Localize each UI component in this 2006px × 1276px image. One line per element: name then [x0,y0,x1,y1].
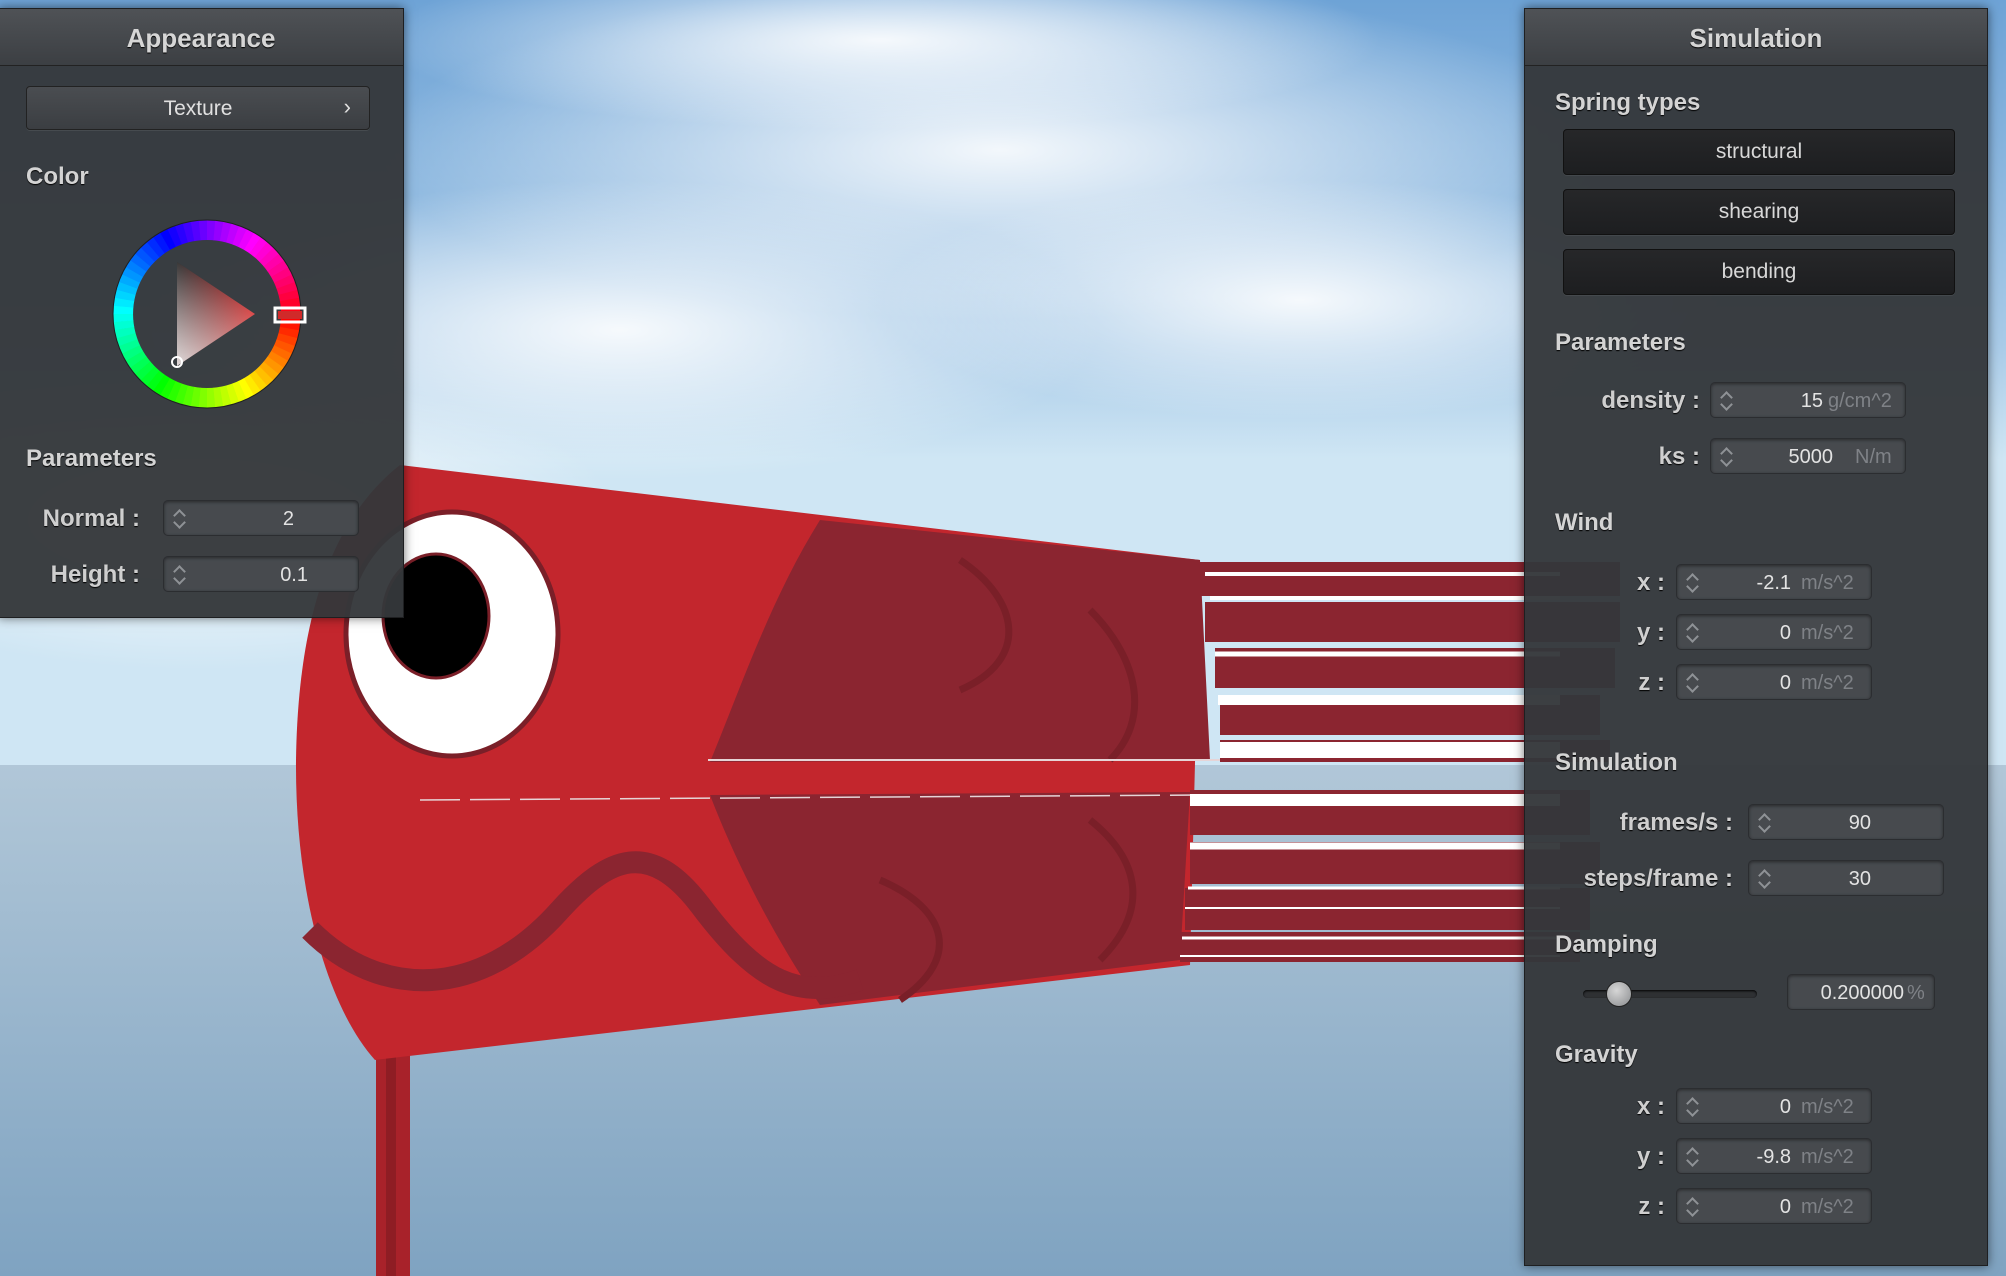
damping-input[interactable]: 0.200000 % [1787,974,1935,1010]
gravity-z-value: 0 [1779,1196,1791,1218]
wind-y-input[interactable]: 0 m/s^2 [1676,614,1872,650]
wind-y-value: 0 [1779,622,1791,644]
spinner-icon[interactable] [1677,1089,1705,1123]
color-heading: Color [26,163,89,190]
structural-button[interactable]: structural [1563,129,1955,175]
spinner-icon[interactable] [1677,1189,1705,1223]
damping-value: 0.200000 [1820,982,1904,1004]
wind-z-value: 0 [1779,672,1791,694]
normal-value: 2 [282,508,294,530]
ks-input[interactable]: 5000 N/m [1710,438,1906,474]
damping-slider-knob[interactable] [1605,981,1632,1007]
shearing-button[interactable]: shearing [1563,189,1955,235]
spinner-icon[interactable] [164,557,192,591]
spinner-icon[interactable] [1711,383,1739,417]
ks-unit: N/m [1855,446,1892,468]
height-value: 0.1 [280,564,308,586]
appearance-panel: Appearance Texture › Color Parameters No… [0,8,404,618]
color-wheel[interactable] [107,214,307,414]
ks-label: ks : [1658,443,1700,470]
spinner-icon[interactable] [164,501,192,535]
height-input[interactable]: 0.1 [163,556,359,592]
wind-x-unit: m/s^2 [1801,572,1854,594]
spinner-icon[interactable] [1677,615,1705,649]
frames-input[interactable]: 90 [1748,804,1944,840]
wind-z-unit: m/s^2 [1801,672,1854,694]
gravity-y-unit: m/s^2 [1801,1146,1854,1168]
spinner-icon[interactable] [1677,1139,1705,1173]
appearance-parameters-heading: Parameters [26,445,157,472]
chevron-right-icon: › [343,94,351,119]
frames-label: frames/s : [1619,809,1733,836]
steps-value: 30 [1848,868,1871,890]
frames-value: 90 [1848,812,1871,834]
simulation-panel: Simulation Spring types structural shear… [1524,8,1988,1266]
wind-x-value: -2.1 [1756,572,1791,594]
wind-z-input[interactable]: 0 m/s^2 [1676,664,1872,700]
gravity-z-unit: m/s^2 [1801,1196,1854,1218]
density-label: density : [1601,387,1700,414]
density-input[interactable]: 15 g/cm^2 [1710,382,1906,418]
steps-label: steps/frame : [1583,865,1733,892]
spinner-icon[interactable] [1677,665,1705,699]
ks-value: 5000 [1788,446,1834,468]
damping-unit: % [1907,982,1925,1004]
normal-input[interactable]: 2 [163,500,359,536]
gravity-x-value: 0 [1779,1096,1791,1118]
spring-types-heading: Spring types [1555,89,1701,116]
spinner-icon[interactable] [1749,805,1777,839]
simulation-section-heading: Simulation [1555,749,1678,776]
texture-button-label: Texture [163,97,233,120]
normal-label: Normal : [42,505,140,532]
damping-slider[interactable] [1583,981,1757,1007]
gravity-x-unit: m/s^2 [1801,1096,1854,1118]
texture-button[interactable]: Texture › [26,86,370,130]
gravity-heading: Gravity [1555,1041,1638,1068]
wind-x-input[interactable]: -2.1 m/s^2 [1676,564,1872,600]
gravity-y-value: -9.8 [1756,1146,1791,1168]
density-value: 15 [1800,390,1823,412]
spinner-icon[interactable] [1749,861,1777,895]
steps-input[interactable]: 30 [1748,860,1944,896]
bending-button[interactable]: bending [1563,249,1955,295]
gravity-y-input[interactable]: -9.8 m/s^2 [1676,1138,1872,1174]
appearance-panel-title: Appearance [0,9,403,66]
height-label: Height : [50,561,140,588]
wind-y-unit: m/s^2 [1801,622,1854,644]
wind-y-label: y : [1636,619,1665,646]
spinner-icon[interactable] [1711,439,1739,473]
damping-heading: Damping [1555,931,1658,958]
gravity-x-label: x : [1636,1093,1665,1120]
gravity-z-input[interactable]: 0 m/s^2 [1676,1188,1872,1224]
gravity-y-label: y : [1636,1143,1665,1170]
simulation-parameters-heading: Parameters [1555,329,1686,356]
wind-z-label: z : [1638,669,1665,696]
density-unit: g/cm^2 [1828,390,1892,412]
spinner-icon[interactable] [1677,565,1705,599]
simulation-panel-title: Simulation [1525,9,1987,66]
wind-heading: Wind [1555,509,1614,536]
gravity-x-input[interactable]: 0 m/s^2 [1676,1088,1872,1124]
wind-x-label: x : [1636,569,1665,596]
gravity-z-label: z : [1638,1193,1665,1220]
